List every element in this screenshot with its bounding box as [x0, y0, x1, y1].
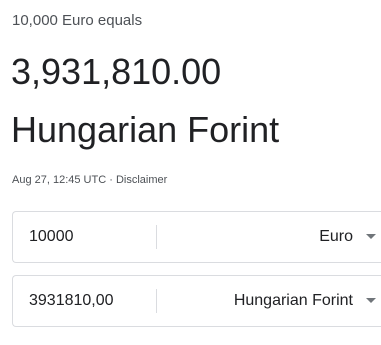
- to-currency-row: Hungarian Forint: [12, 275, 381, 327]
- from-currency-select[interactable]: Euro: [157, 212, 381, 262]
- from-currency-label: Euro: [319, 228, 353, 245]
- to-currency-label: Hungarian Forint: [233, 292, 353, 309]
- result-currency: Hungarian Forint: [11, 109, 280, 150]
- conversion-summary: 10,000 Euro equals: [12, 12, 143, 29]
- from-amount-input[interactable]: [13, 212, 156, 262]
- disclaimer-link[interactable]: Disclaimer: [116, 174, 167, 186]
- to-currency-select[interactable]: Hungarian Forint: [157, 276, 381, 326]
- caret-down-icon: [366, 298, 376, 303]
- from-currency-row: Euro: [12, 211, 381, 263]
- result-amount: 3,931,810.00: [11, 51, 222, 92]
- meta-separator: ·: [106, 174, 116, 186]
- rate-meta: Aug 27, 12:45 UTC · Disclaimer: [12, 174, 167, 186]
- to-amount-input[interactable]: [13, 276, 156, 326]
- currency-converter-card: 10,000 Euro equals 3,931,810.00 Hungaria…: [0, 0, 381, 345]
- rate-timestamp: Aug 27, 12:45 UTC: [12, 174, 107, 186]
- caret-down-icon: [366, 234, 376, 239]
